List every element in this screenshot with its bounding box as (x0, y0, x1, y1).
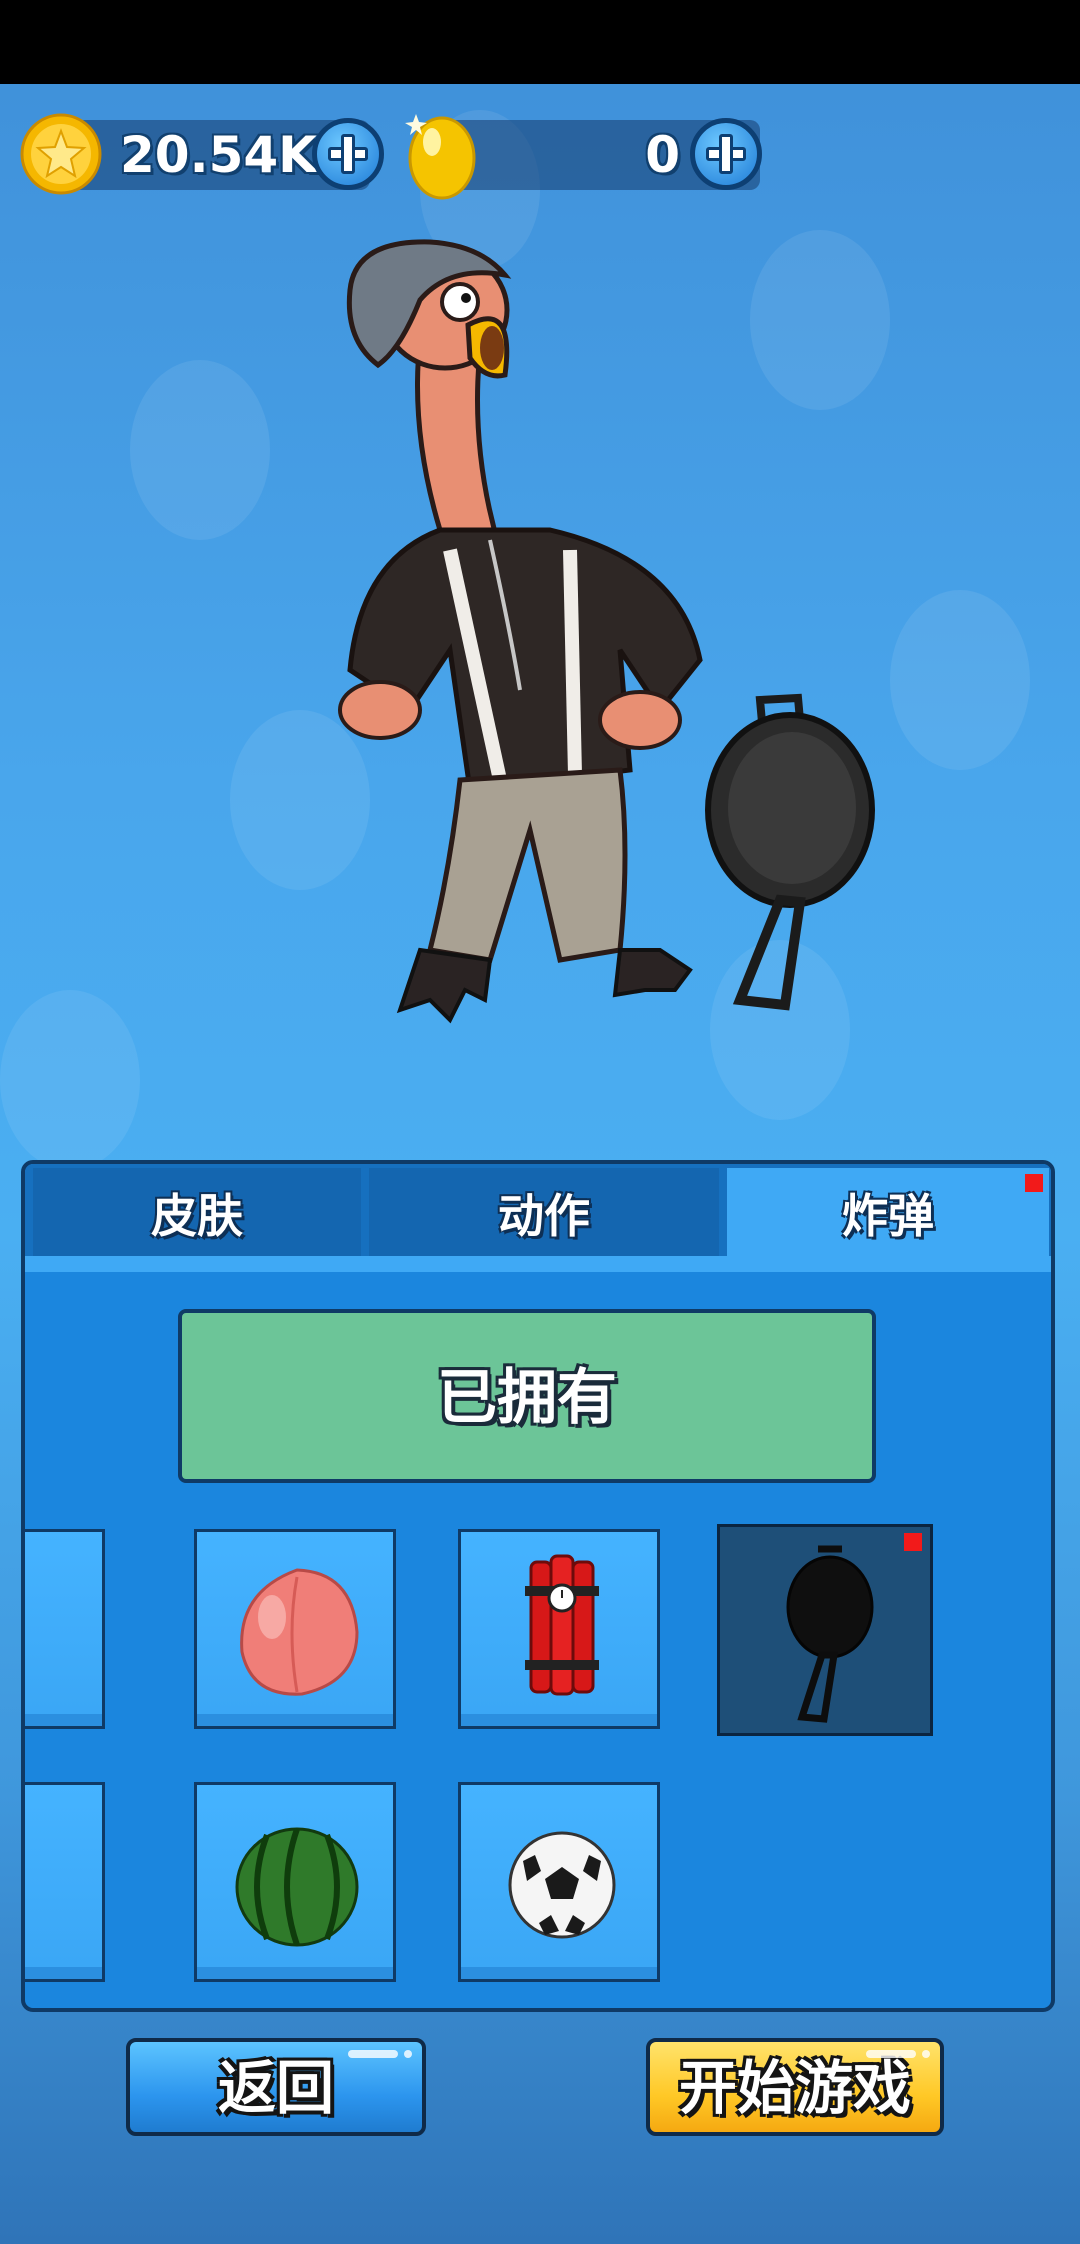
back-button[interactable]: 返回 (126, 2038, 426, 2136)
item-slot-watermelon[interactable] (194, 1782, 396, 1982)
tab-bombs[interactable]: 炸弹 (727, 1168, 1049, 1264)
watermelon-icon (235, 1827, 359, 1947)
inventory-panel: 皮肤 动作 炸弹 已拥有 (21, 1160, 1055, 2012)
tab-underline (25, 1256, 1051, 1272)
button-shine-dot (404, 2050, 412, 2058)
golden-egg-icon (405, 114, 476, 200)
tab-notification-dot (1025, 1174, 1043, 1192)
star-coin-icon (20, 113, 102, 195)
start-game-button-label: 开始游戏 (678, 2054, 911, 2122)
tab-skins[interactable]: 皮肤 (33, 1168, 361, 1256)
item-slot-frying-pan[interactable] (717, 1524, 933, 1736)
soccer-ball-icon (508, 1831, 616, 1939)
button-shine (866, 2050, 916, 2058)
item-slot-soccer-ball[interactable] (458, 1782, 660, 1982)
egg-balance: 0 (645, 126, 680, 184)
tab-bar: 皮肤 动作 炸弹 (25, 1164, 1051, 1264)
owned-status-banner: 已拥有 (178, 1309, 876, 1483)
button-shine-dot (922, 2050, 930, 2058)
add-stars-button[interactable] (312, 118, 384, 190)
start-game-button[interactable]: 开始游戏 (646, 2038, 944, 2136)
item-slot-peach[interactable] (194, 1529, 396, 1729)
add-eggs-button[interactable] (690, 118, 762, 190)
item-slot-dynamite[interactable] (458, 1529, 660, 1729)
star-balance: 20.54K (120, 126, 317, 184)
item-notification-dot (904, 1533, 922, 1551)
item-slot-partial[interactable] (25, 1529, 105, 1729)
peach-icon (240, 1568, 359, 1696)
tab-actions[interactable]: 动作 (369, 1168, 719, 1256)
frying-pan-preview (705, 693, 875, 1011)
frying-pan-icon (786, 1545, 874, 1723)
dynamite-icon (525, 1554, 599, 1696)
item-slot-partial-2[interactable] (25, 1782, 105, 1982)
button-shine (348, 2050, 398, 2058)
back-button-label: 返回 (217, 2054, 334, 2122)
